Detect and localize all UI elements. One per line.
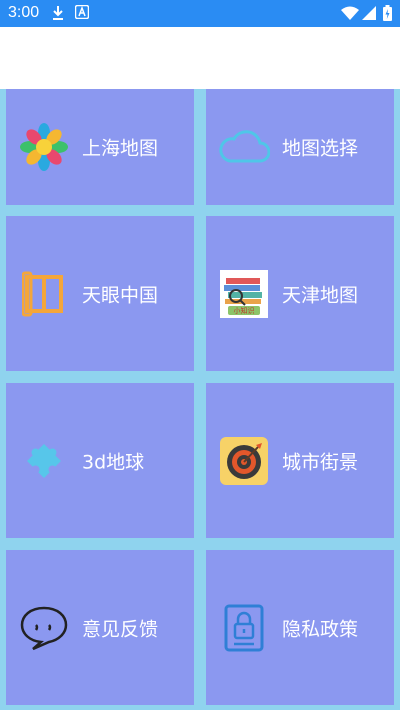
puzzle-icon — [18, 435, 70, 487]
menu-item-tianjin-map[interactable]: 小知识 天津地图 — [206, 216, 394, 371]
status-bar: 3:00 — [0, 0, 400, 27]
menu-item-label: 地图选择 — [282, 137, 359, 160]
flower-icon — [18, 121, 70, 173]
books-icon: 小知识 — [218, 268, 270, 320]
notification-a-icon — [75, 5, 89, 19]
signal-icon — [362, 6, 376, 20]
menu-item-label: 隐私政策 — [282, 618, 359, 640]
wifi-icon — [341, 6, 359, 20]
menu-item-label: 天津地图 — [282, 284, 359, 306]
menu-item-feedback[interactable]: 意见反馈 — [6, 550, 194, 705]
menu-item-label: 意见反馈 — [82, 618, 159, 640]
chat-bubble-icon — [18, 602, 70, 654]
menu-item-privacy-policy[interactable]: 隐私政策 — [206, 550, 394, 705]
menu-item-city-streetview[interactable]: 城市街景 — [206, 383, 394, 538]
menu-item-tianyan-china[interactable]: 天眼中国 — [6, 216, 194, 371]
menu-item-label: 上海地图 — [82, 137, 159, 160]
menu-item-label: 城市街景 — [282, 451, 359, 473]
menu-item-map-select[interactable]: 地图选择 — [206, 89, 394, 205]
app-bar — [0, 27, 400, 89]
menu-item-label: 3d地球 — [82, 451, 145, 473]
lock-document-icon — [218, 602, 270, 654]
target-icon — [218, 435, 270, 487]
menu-item-3d-earth[interactable]: 3d地球 — [6, 383, 194, 538]
books-icon-label: 小知识 — [234, 306, 255, 315]
menu-item-label: 天眼中国 — [82, 284, 159, 306]
cloud-icon — [218, 121, 270, 173]
battery-icon — [383, 5, 392, 21]
frame-icon — [18, 268, 70, 320]
status-time: 3:00 — [8, 4, 40, 21]
download-icon — [53, 6, 63, 20]
menu-item-shanghai-map[interactable]: 上海地图 — [6, 89, 194, 205]
